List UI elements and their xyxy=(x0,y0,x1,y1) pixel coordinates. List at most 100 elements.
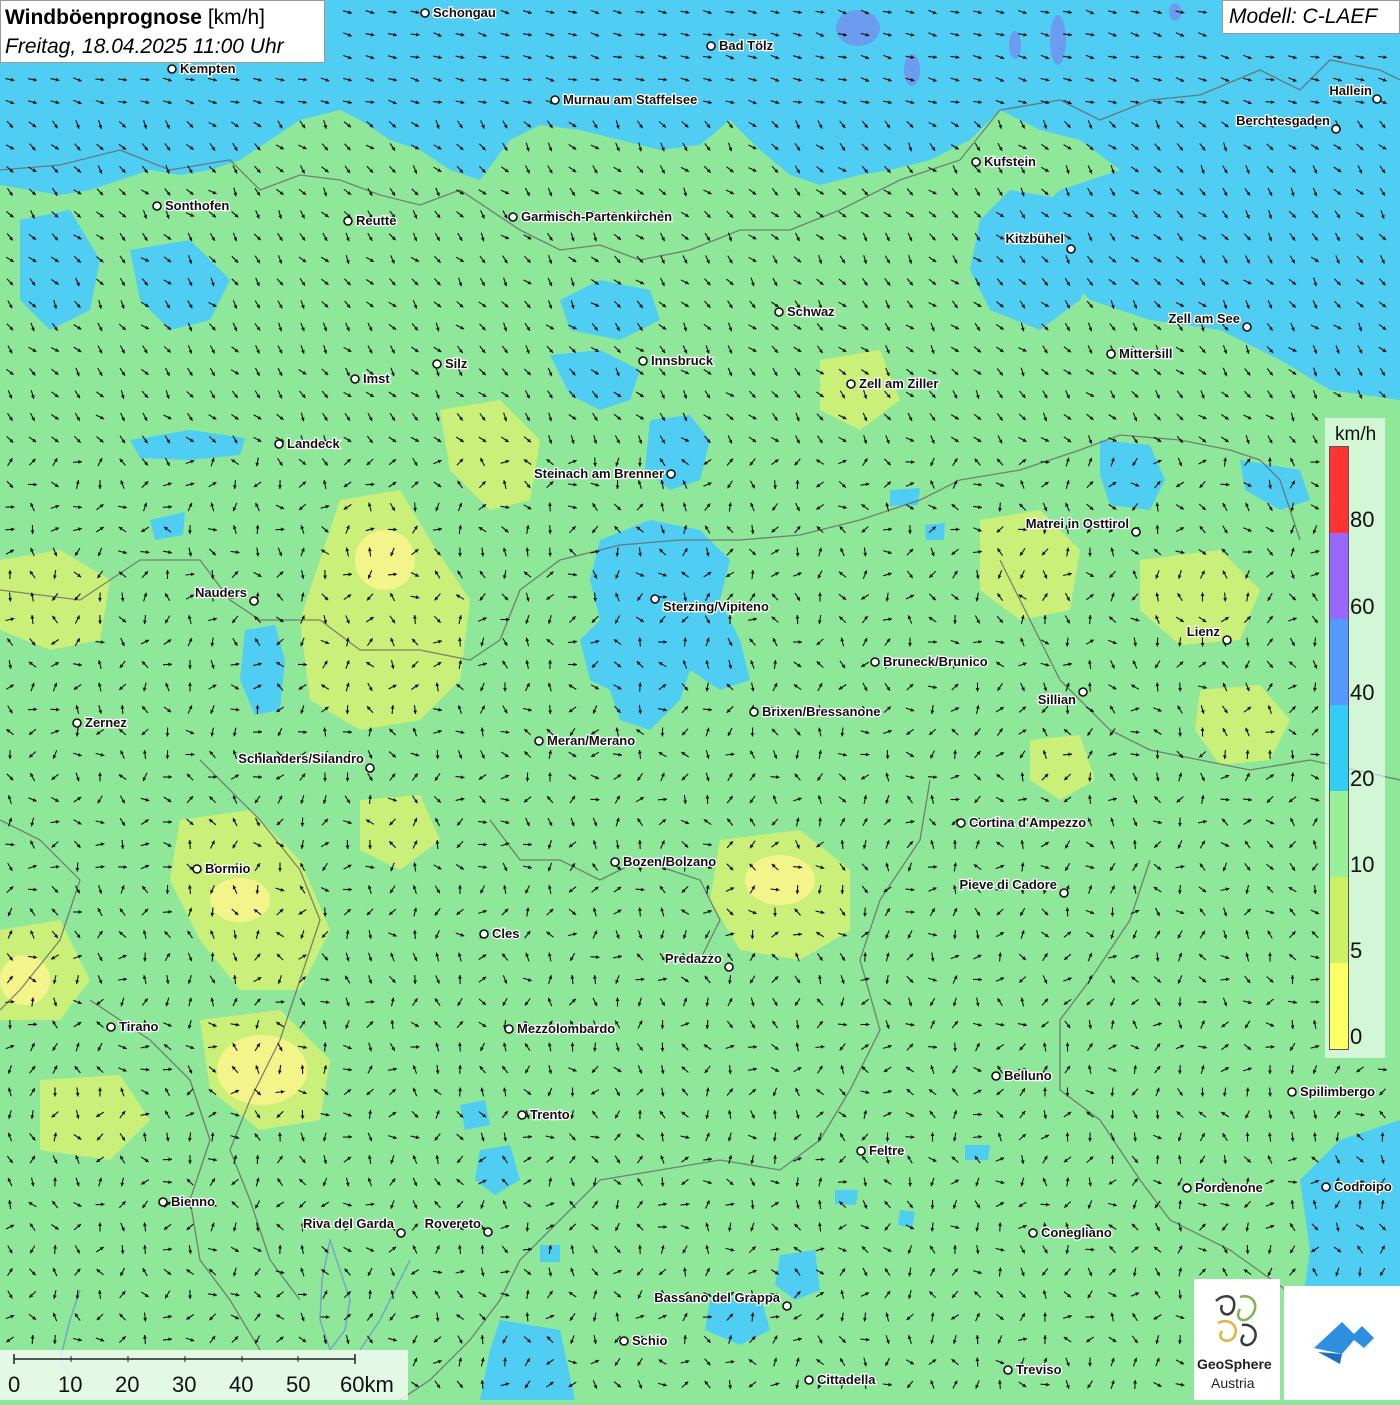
title-unit: [km/h] xyxy=(208,6,265,29)
city-label-tirano: Tirano xyxy=(119,1019,159,1034)
city-marker-predazzo xyxy=(725,963,733,971)
city-marker-lienz xyxy=(1223,636,1231,644)
legend-seg-10 xyxy=(1330,791,1348,877)
city-label-pordenone: Pordenone xyxy=(1195,1180,1263,1195)
city-marker-feltre xyxy=(857,1147,865,1155)
city-marker-murnau-am-staffelsee xyxy=(551,96,559,104)
city-marker-zell-am-see xyxy=(1243,323,1251,331)
city-label-garmisch-partenkirchen: Garmisch-Partenkirchen xyxy=(521,209,672,224)
city-marker-bienno xyxy=(159,1198,167,1206)
city-label-zernez: Zernez xyxy=(85,715,127,730)
legend-tick-10: 10 xyxy=(1350,852,1374,878)
scale-label-60km: 60km xyxy=(340,1372,394,1398)
city-label-schwaz: Schwaz xyxy=(787,304,835,319)
city-label-sillian: Sillian xyxy=(1038,692,1076,707)
city-marker-kempten xyxy=(168,65,176,73)
city-marker-cortina-d-ampezzo xyxy=(957,819,965,827)
city-label-cittadella: Cittadella xyxy=(817,1372,876,1387)
city-label-kempten: Kempten xyxy=(180,61,236,76)
map-title: Windböenprognose [km/h] xyxy=(5,6,265,30)
city-label-feltre: Feltre xyxy=(869,1143,904,1158)
city-marker-bormio xyxy=(193,865,201,873)
city-label-innsbruck: Innsbruck xyxy=(651,353,714,368)
city-marker-cles xyxy=(480,930,488,938)
city-marker-meran-merano xyxy=(535,737,543,745)
city-marker-matrei-in-osttirol xyxy=(1132,528,1140,536)
city-label-silz: Silz xyxy=(445,356,468,371)
city-label-meran-merano: Meran/Merano xyxy=(547,733,635,748)
scale-label-30: 30 xyxy=(172,1372,196,1398)
city-marker-pordenone xyxy=(1183,1184,1191,1192)
city-marker-mittersill xyxy=(1107,350,1115,358)
city-label-lienz: Lienz xyxy=(1187,624,1221,639)
city-marker-schongau xyxy=(421,9,429,17)
city-label-cles: Cles xyxy=(492,926,519,941)
city-label-matrei-in-osttirol: Matrei in Osttirol xyxy=(1026,516,1129,531)
city-marker-kitzb-hel xyxy=(1067,245,1075,253)
legend-seg-0 xyxy=(1330,963,1348,1049)
city-label-conegliano: Conegliano xyxy=(1041,1225,1112,1240)
city-label-hallein: Hallein xyxy=(1329,83,1372,98)
city-marker-cittadella xyxy=(805,1376,813,1384)
legend-tick-5: 5 xyxy=(1350,938,1362,964)
city-marker-schio xyxy=(620,1337,628,1345)
city-label-steinach-am-brenner: Steinach am Brenner xyxy=(534,466,664,481)
city-label-zell-am-see: Zell am See xyxy=(1168,311,1240,326)
city-marker-bruneck-brunico xyxy=(871,658,879,666)
city-marker-nauders xyxy=(250,597,258,605)
city-label-schlanders-silandro: Schlanders/Silandro xyxy=(238,751,364,766)
legend-unit: km/h xyxy=(1335,424,1376,446)
legend-seg-60 xyxy=(1330,533,1348,619)
logo-country: Austria xyxy=(1211,1375,1255,1391)
city-label-pieve-di-cadore: Pieve di Cadore xyxy=(959,877,1057,892)
model-label: Modell: C-LAEF xyxy=(1222,0,1400,34)
city-label-bad-t-lz: Bad Tölz xyxy=(719,38,774,53)
city-label-rovereto: Rovereto xyxy=(425,1216,481,1231)
title-box: Windböenprognose [km/h] Freitag, 18.04.2… xyxy=(0,0,325,63)
city-label-brixen-bressanone: Brixen/Bressanone xyxy=(762,704,881,719)
legend-tick-60: 60 xyxy=(1350,594,1374,620)
city-marker-imst xyxy=(351,375,359,383)
city-marker-sillian xyxy=(1079,688,1087,696)
legend-seg-40 xyxy=(1330,619,1348,705)
legend-seg-80 xyxy=(1330,447,1348,533)
city-marker-rovereto xyxy=(484,1228,492,1236)
city-label-bormio: Bormio xyxy=(205,861,251,876)
scale-label-50: 50 xyxy=(286,1372,310,1398)
geosphere-swirl-icon xyxy=(1194,1279,1280,1359)
city-marker-steinach-am-brenner xyxy=(667,470,675,478)
city-label-belluno: Belluno xyxy=(1004,1068,1052,1083)
legend-tick-0: 0 xyxy=(1350,1024,1362,1050)
city-marker-tirano xyxy=(107,1023,115,1031)
city-marker-zell-am-ziller xyxy=(847,380,855,388)
city-label-kitzb-hel: Kitzbühel xyxy=(1006,231,1065,246)
scale-label-40: 40 xyxy=(229,1372,253,1398)
city-label-treviso: Treviso xyxy=(1016,1362,1062,1377)
city-label-schio: Schio xyxy=(632,1333,667,1348)
city-label-sonthofen: Sonthofen xyxy=(165,198,229,213)
scale-label-0: 0 xyxy=(8,1372,20,1398)
city-marker-innsbruck xyxy=(639,357,647,365)
city-label-spilimbergo: Spilimbergo xyxy=(1300,1084,1375,1099)
city-marker-codroipo xyxy=(1322,1183,1330,1191)
city-marker-schlanders-silandro xyxy=(366,764,374,772)
city-marker-brixen-bressanone xyxy=(750,708,758,716)
city-label-predazzo: Predazzo xyxy=(665,951,722,966)
legend-seg-5 xyxy=(1330,877,1348,963)
city-label-mezzolombardo: Mezzolombardo xyxy=(517,1021,615,1036)
city-label-bassano-del-grappa: Bassano del Grappa xyxy=(654,1290,780,1305)
legend-tick-20: 20 xyxy=(1350,766,1374,792)
app-logo[interactable] xyxy=(1284,1286,1400,1400)
city-marker-trento xyxy=(518,1111,526,1119)
city-label-mittersill: Mittersill xyxy=(1119,346,1172,361)
city-label-landeck: Landeck xyxy=(287,436,341,451)
city-label-schongau: Schongau xyxy=(433,5,496,20)
city-marker-treviso xyxy=(1004,1366,1012,1374)
city-marker-berchtesgaden xyxy=(1332,125,1340,133)
forecast-datetime: Freitag, 18.04.2025 11:00 Uhr xyxy=(5,35,284,59)
wind-gust-map[interactable]: Schongau Bad Tölz Kempten Murnau am Staffel… xyxy=(0,0,1400,1400)
city-label-bienno: Bienno xyxy=(171,1194,215,1209)
city-label-murnau-am-staffelsee: Murnau am Staffelsee xyxy=(563,92,697,107)
city-label-bozen-bolzano: Bozen/Bolzano xyxy=(623,854,716,869)
city-label-codroipo: Codroipo xyxy=(1334,1179,1392,1194)
